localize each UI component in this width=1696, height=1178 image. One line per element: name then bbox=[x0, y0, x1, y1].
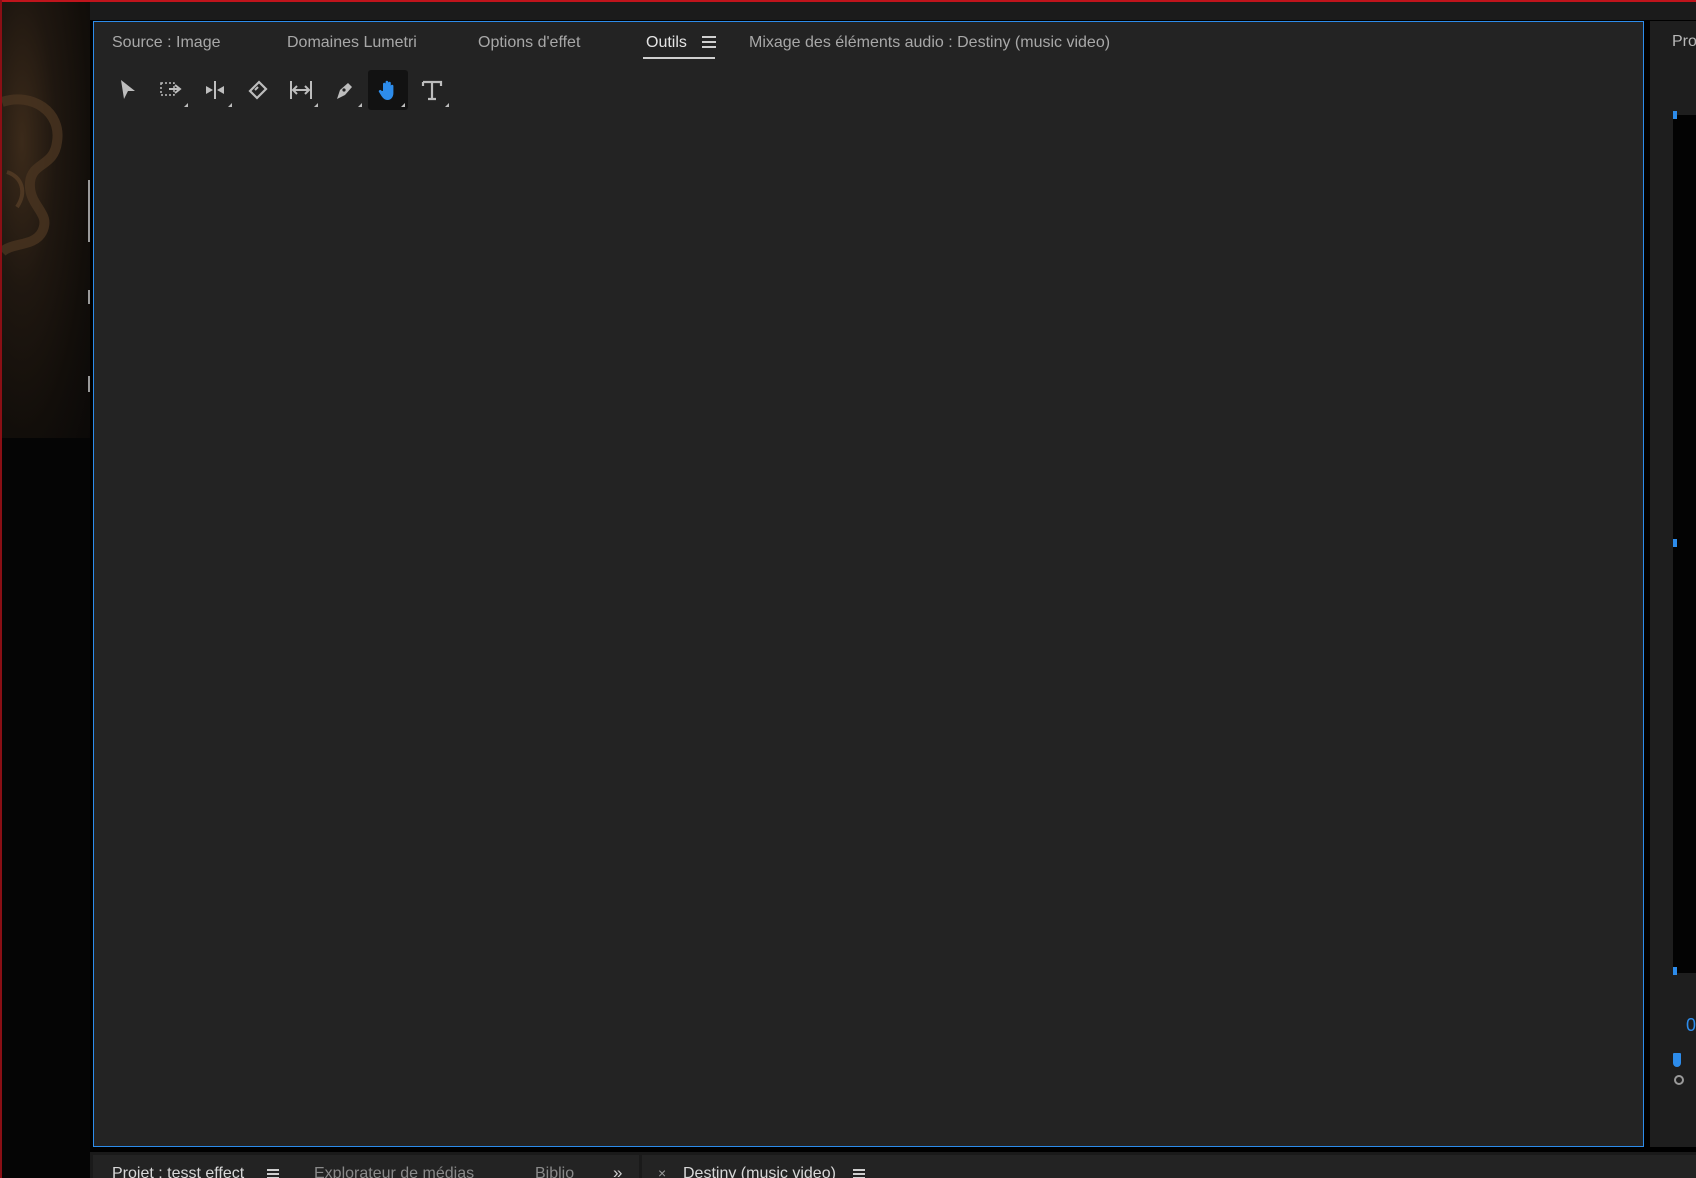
slip-tool-button[interactable] bbox=[281, 70, 321, 110]
monitor-corner-marker bbox=[1673, 111, 1677, 119]
tab-media-browser[interactable]: Explorateur de médias bbox=[314, 1165, 474, 1178]
tab-effect-controls[interactable]: Options d'effet bbox=[478, 34, 580, 52]
tools-panel: Source : Image Domaines Lumetri Options … bbox=[93, 21, 1644, 1147]
project-panel-tabs: Projet : tesst effect Explorateur de méd… bbox=[93, 1155, 639, 1178]
more-tabs-icon[interactable]: » bbox=[613, 1163, 622, 1178]
tab-lumetri-scopes[interactable]: Domaines Lumetri bbox=[287, 34, 417, 52]
slip-icon bbox=[290, 81, 312, 99]
project-menu-icon[interactable] bbox=[267, 1169, 279, 1178]
tab-sequence[interactable]: Destiny (music video) bbox=[683, 1165, 836, 1178]
tab-program[interactable]: Pro bbox=[1672, 33, 1696, 51]
hand-tool-button[interactable] bbox=[368, 70, 408, 110]
timecode-display[interactable]: 0 bbox=[1686, 1015, 1696, 1036]
tab-source[interactable]: Source : Image bbox=[112, 34, 221, 52]
panel-tab-bar: Source : Image Domaines Lumetri Options … bbox=[94, 22, 1643, 66]
razor-tool-button[interactable] bbox=[238, 70, 278, 110]
left-panel-background bbox=[2, 438, 90, 1178]
tab-project[interactable]: Projet : tesst effect bbox=[112, 1165, 244, 1178]
ripple-edit-tool-button[interactable] bbox=[195, 70, 235, 110]
ripple-edit-icon bbox=[206, 81, 224, 99]
tab-audio-clip-mixer[interactable]: Mixage des éléments audio : Destiny (mus… bbox=[749, 34, 1110, 52]
close-icon[interactable]: × bbox=[658, 1165, 666, 1178]
timeline-panel-tabs: × Destiny (music video) bbox=[642, 1155, 1696, 1178]
track-select-tool-button[interactable] bbox=[151, 70, 191, 110]
hand-icon bbox=[378, 80, 394, 100]
zoom-handle-icon[interactable] bbox=[1674, 1075, 1684, 1085]
playhead-icon[interactable] bbox=[1673, 1053, 1681, 1067]
arrow-pointer-icon bbox=[121, 80, 135, 99]
monitor-corner-marker bbox=[1673, 539, 1677, 547]
selection-tool-button[interactable] bbox=[108, 70, 148, 110]
tab-tools[interactable]: Outils bbox=[646, 34, 687, 52]
sequence-menu-icon[interactable] bbox=[853, 1169, 865, 1178]
tab-libraries[interactable]: Biblio bbox=[535, 1165, 579, 1178]
type-icon bbox=[421, 80, 443, 101]
pen-tool-button[interactable] bbox=[325, 70, 365, 110]
active-tab-indicator bbox=[643, 57, 715, 59]
type-tool-button[interactable] bbox=[412, 70, 452, 110]
panel-menu-icon[interactable] bbox=[702, 36, 716, 48]
pen-icon bbox=[337, 83, 352, 99]
razor-icon bbox=[248, 80, 268, 100]
program-monitor-preview-fragment bbox=[2, 2, 90, 438]
track-select-forward-icon bbox=[160, 82, 182, 96]
top-header-bar bbox=[90, 2, 1696, 20]
monitor-corner-marker bbox=[1673, 967, 1677, 975]
